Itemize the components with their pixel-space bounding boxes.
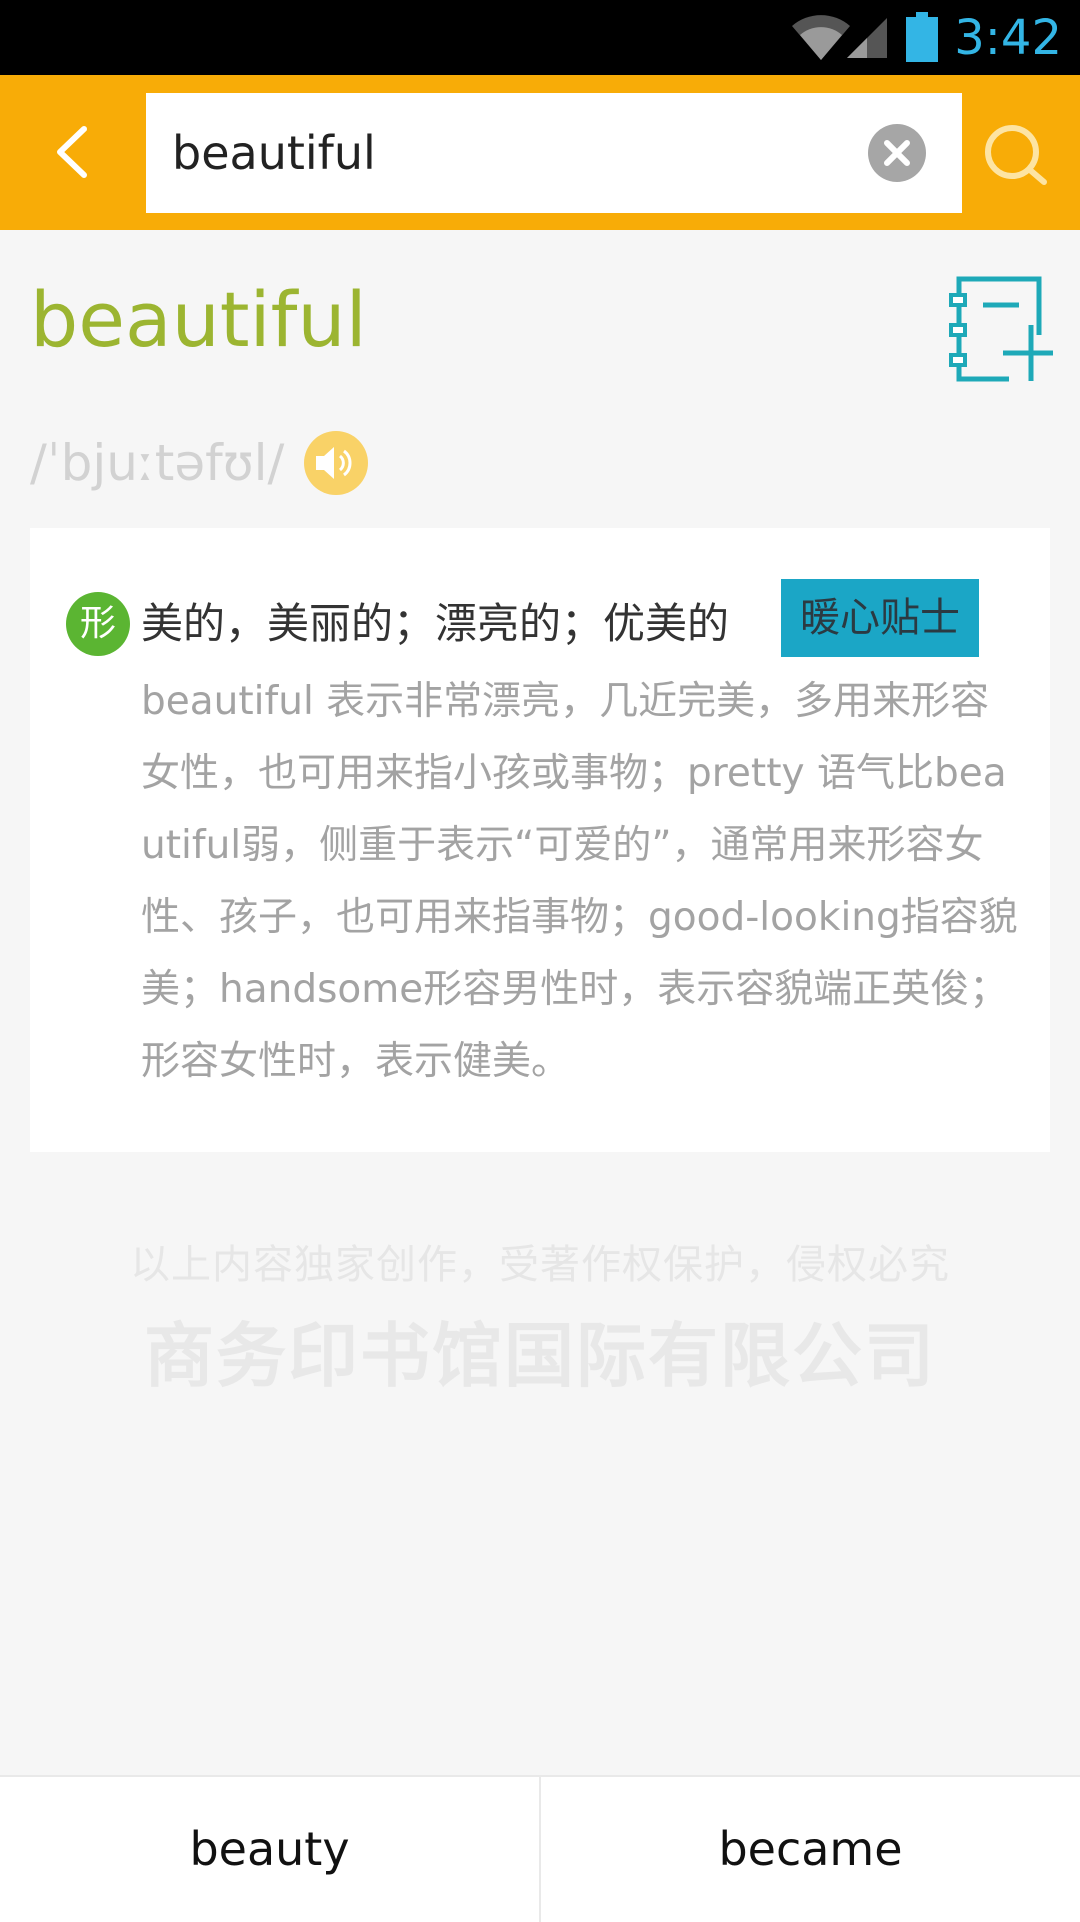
phonetic: /ˈbjuːtəfʊl/: [30, 434, 285, 492]
definition-card: 形 美的，美丽的；漂亮的；优美的 暖心贴士 beautiful 表示非常漂亮，几…: [30, 528, 1050, 1152]
search-header: [0, 75, 1080, 230]
copyright-notice: 以上内容独家创作，受著作权保护，侵权必究: [130, 1242, 950, 1288]
search-icon[interactable]: [980, 120, 1050, 190]
headword: beautiful: [30, 275, 367, 364]
status-time: 3:42: [954, 10, 1062, 66]
previous-word-button[interactable]: beauty: [0, 1777, 541, 1922]
signal-icon: [847, 18, 887, 58]
chevron-left-icon[interactable]: [40, 117, 110, 187]
wifi-icon: [792, 15, 850, 60]
add-to-wordbook-icon[interactable]: [945, 275, 1055, 387]
speaker-icon[interactable]: [304, 431, 368, 495]
tip-tag-button[interactable]: 暖心贴士: [781, 579, 979, 657]
bottom-nav: beauty became: [0, 1775, 1080, 1922]
usage-note: beautiful 表示非常漂亮，几近完美，多用来形容女性，也可用来指小孩或事物…: [141, 679, 1018, 1084]
search-input[interactable]: [172, 93, 832, 213]
next-word-button[interactable]: became: [541, 1777, 1080, 1922]
publisher-watermark: 商务印书馆国际有限公司: [144, 1315, 936, 1397]
status-bar: 3:42: [0, 0, 1080, 75]
definition-meaning: 美的，美丽的；漂亮的；优美的: [141, 599, 730, 648]
part-of-speech-badge: 形: [66, 592, 130, 656]
search-box: [146, 93, 962, 213]
close-circle-icon[interactable]: [868, 124, 926, 182]
battery-icon: [906, 12, 938, 62]
